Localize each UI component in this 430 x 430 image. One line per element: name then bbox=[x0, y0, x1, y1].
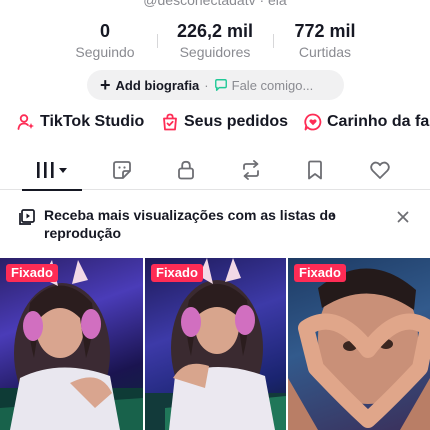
pinned-badge: Fixado bbox=[151, 264, 203, 282]
shortcut-label: TikTok Studio bbox=[40, 113, 145, 130]
pinned-badge: Fixado bbox=[6, 264, 58, 282]
shopping-bag-icon bbox=[163, 113, 177, 131]
video-thumbnail[interactable]: Fixado bbox=[145, 258, 286, 430]
tab-liked[interactable] bbox=[358, 150, 402, 190]
heart-icon bbox=[370, 161, 390, 179]
video-thumbnail[interactable]: Fixado bbox=[0, 258, 143, 430]
pinned-badge: Fixado bbox=[294, 264, 346, 282]
heart-bubble-icon bbox=[304, 113, 322, 131]
following-stat[interactable]: 0 Seguindo bbox=[60, 20, 150, 61]
tab-saved[interactable] bbox=[293, 150, 337, 190]
followers-label: Seguidores bbox=[179, 44, 251, 60]
likes-label: Curtidas bbox=[298, 44, 352, 60]
message-link[interactable]: Fale comigo... bbox=[232, 78, 314, 93]
followers-count: 226,2 mil bbox=[176, 21, 254, 41]
chevron-right-icon: › bbox=[331, 208, 336, 225]
following-count: 0 bbox=[99, 21, 110, 41]
studio-person-icon bbox=[17, 114, 34, 130]
following-label: Seguindo bbox=[75, 44, 135, 60]
fan-love-button[interactable]: Carinho da fa bbox=[303, 112, 429, 132]
add-bio-button[interactable]: Add biografia bbox=[116, 78, 200, 93]
shortcuts-row: TikTok Studio Seus pedidos Carinho da fa bbox=[0, 112, 430, 138]
playlist-icon bbox=[19, 209, 35, 225]
profile-tabs bbox=[0, 150, 430, 191]
orders-button[interactable]: Seus pedidos bbox=[160, 112, 288, 132]
chat-bubble-icon bbox=[214, 79, 227, 91]
likes-stat[interactable]: 772 mil Curtidas bbox=[280, 20, 370, 61]
tab-reposts[interactable] bbox=[229, 150, 273, 190]
sticker-icon bbox=[113, 161, 131, 179]
tiktok-studio-button[interactable]: TikTok Studio bbox=[16, 112, 144, 132]
thumbnail-image bbox=[145, 258, 286, 430]
video-thumbnail[interactable]: Fixado bbox=[288, 258, 430, 430]
lock-icon bbox=[178, 160, 194, 180]
shortcut-label: Seus pedidos bbox=[184, 113, 289, 130]
profile-stats: 0 Seguindo 226,2 mil Seguidores 772 mil … bbox=[0, 20, 430, 60]
thumbnail-image bbox=[288, 268, 430, 430]
bio-separator: · bbox=[204, 77, 209, 93]
stat-divider bbox=[273, 34, 274, 48]
bio-pill[interactable]: + Add biografia · Fale comigo... bbox=[87, 70, 344, 100]
thumbnail-image bbox=[0, 260, 143, 430]
banner-text: Receba mais visualizações com as listas … bbox=[44, 207, 336, 241]
tab-stickers[interactable] bbox=[100, 150, 144, 190]
grid-icon bbox=[37, 162, 67, 178]
followers-stat[interactable]: 226,2 mil Seguidores bbox=[163, 20, 267, 61]
shortcut-label: Carinho da fa bbox=[327, 113, 430, 130]
stat-divider bbox=[157, 34, 158, 48]
profile-handle: @desconectadatv · ela bbox=[143, 0, 287, 8]
playlist-banner[interactable]: Receba mais visualizações com as listas … bbox=[18, 206, 418, 246]
bookmark-icon bbox=[308, 160, 322, 180]
close-icon[interactable] bbox=[396, 210, 410, 224]
video-grid: Fixado Fixado Fixado bbox=[0, 258, 430, 430]
repost-icon bbox=[243, 160, 259, 180]
tab-videos[interactable] bbox=[22, 150, 82, 191]
likes-count: 772 mil bbox=[294, 21, 356, 41]
plus-icon: + bbox=[100, 75, 111, 95]
tab-private[interactable] bbox=[164, 150, 208, 190]
